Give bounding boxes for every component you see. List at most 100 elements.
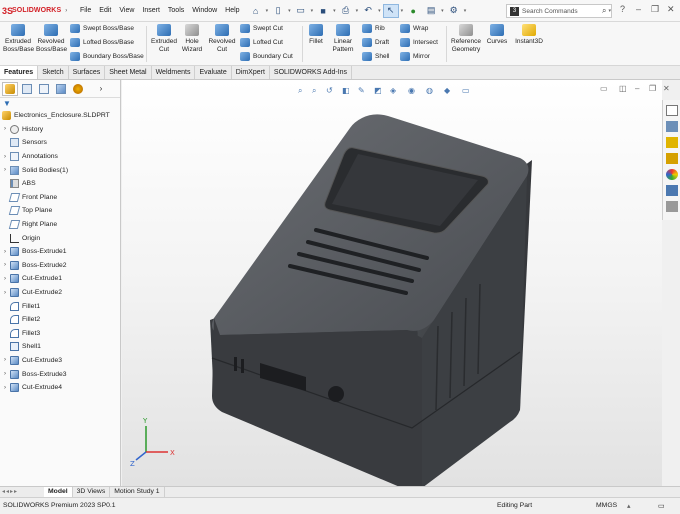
hole-wizard-button[interactable]: Hole Wizard: [179, 24, 205, 53]
file-properties-icon[interactable]: ▤: [423, 4, 439, 18]
custom-properties-icon[interactable]: [665, 185, 678, 196]
print-icon[interactable]: ⎙: [338, 4, 354, 18]
search-commands[interactable]: 3 Search Commands ⌕ ▾: [506, 4, 612, 18]
feature-manager-tab-icon[interactable]: [2, 81, 18, 96]
expand-arrow-icon[interactable]: ›: [0, 249, 10, 255]
search-icon[interactable]: ⌕: [602, 6, 606, 16]
tree-item[interactable]: Shell1: [0, 340, 120, 354]
tree-item[interactable]: Fillet3: [0, 327, 120, 341]
display-manager-tab-icon[interactable]: [70, 82, 86, 96]
expand-arrow-icon[interactable]: ›: [0, 262, 10, 268]
revolved-boss-button[interactable]: Revolved Boss/Base: [36, 24, 67, 53]
tree-item[interactable]: › Cut-Extrude4: [0, 381, 120, 395]
status-settings-icon[interactable]: ▭: [658, 502, 664, 510]
tree-item[interactable]: › Boss-Extrude1: [0, 245, 120, 259]
file-explorer-icon[interactable]: [665, 153, 678, 164]
lofted-boss-button[interactable]: Lofted Boss/Base: [70, 38, 134, 47]
extruded-cut-button[interactable]: Extruded Cut: [149, 24, 179, 53]
tree-item[interactable]: Right Plane: [0, 218, 120, 232]
home-dropdown[interactable]: ▾: [266, 8, 269, 14]
zoom-to-fit-icon[interactable]: ⌕: [298, 86, 302, 95]
select-pointer-icon[interactable]: ↖: [382, 3, 399, 18]
tree-item[interactable]: Fillet1: [0, 299, 120, 313]
tree-item[interactable]: › Cut-Extrude1: [0, 272, 120, 286]
tree-item[interactable]: › Annotations: [0, 150, 120, 164]
extruded-boss-button[interactable]: Extruded Boss/Base: [3, 24, 34, 53]
hide-show-items-icon[interactable]: ◉: [408, 86, 415, 95]
design-library-icon[interactable]: [665, 137, 678, 148]
help-icon[interactable]: ?: [620, 4, 625, 14]
tab-sheet-metal[interactable]: Sheet Metal: [105, 66, 152, 79]
tab-surfaces[interactable]: Surfaces: [69, 66, 106, 79]
menu-file[interactable]: File: [76, 0, 95, 22]
expand-arrow-icon[interactable]: ›: [0, 371, 10, 377]
view-settings-icon[interactable]: ▭: [462, 86, 470, 95]
expand-arrow-icon[interactable]: ›: [0, 385, 10, 391]
tab-navigation-arrows[interactable]: ◂◂▸▸: [0, 487, 44, 497]
expand-arrow-icon[interactable]: ›: [0, 126, 10, 132]
save-dropdown[interactable]: ▾: [333, 8, 336, 14]
reference-geometry-button[interactable]: Reference Geometry: [449, 24, 483, 53]
intersect-button[interactable]: Intersect: [400, 38, 438, 47]
rib-button[interactable]: Rib: [362, 24, 385, 33]
swept-boss-button[interactable]: Swept Boss/Base: [70, 24, 134, 33]
view-orientation-icon[interactable]: ◩: [374, 86, 382, 95]
dimxpert-tab-icon[interactable]: [53, 82, 69, 96]
tree-item[interactable]: › Cut-Extrude2: [0, 286, 120, 300]
search-dropdown[interactable]: ▾: [608, 8, 611, 14]
boundary-boss-button[interactable]: Boundary Boss/Base: [70, 52, 144, 61]
tree-item[interactable]: › Cut-Extrude3: [0, 354, 120, 368]
enclosure-model[interactable]: [210, 114, 532, 486]
close-doc-icon[interactable]: ✕: [663, 84, 670, 93]
dynamic-annotation-icon[interactable]: ✎: [358, 86, 365, 95]
tab-weldments[interactable]: Weldments: [152, 66, 196, 79]
menu-edit[interactable]: Edit: [95, 0, 115, 22]
open-folder-icon[interactable]: ▭: [293, 4, 309, 18]
shell-button[interactable]: Shell: [362, 52, 389, 61]
draft-button[interactable]: Draft: [362, 38, 389, 47]
tree-item[interactable]: › Solid Bodies(1): [0, 163, 120, 177]
tree-item[interactable]: Front Plane: [0, 191, 120, 205]
mirror-button[interactable]: Mirror: [400, 52, 430, 61]
search-input[interactable]: Search Commands: [522, 8, 602, 15]
tab-add-ins[interactable]: SOLIDWORKS Add-Ins: [270, 66, 353, 79]
graphics-area[interactable]: ▭ ◫ – ❐ ✕ ⌕ ⌕ ↺ ◧ ✎ ◩ ◈ ◉ ◍ ◆ ▭ X Y Z: [122, 80, 670, 486]
expand-arrow-icon[interactable]: ›: [0, 290, 10, 296]
tab-model[interactable]: Model: [44, 487, 73, 497]
open-dropdown[interactable]: ▾: [311, 8, 314, 14]
options-gear-icon[interactable]: ⚙: [446, 4, 462, 18]
filter-icon[interactable]: ▼: [0, 98, 120, 109]
tree-item[interactable]: › Boss-Extrude2: [0, 259, 120, 273]
chevron-right-icon[interactable]: ›: [93, 82, 109, 96]
wrap-button[interactable]: Wrap: [400, 24, 428, 33]
tree-item[interactable]: Sensors: [0, 136, 120, 150]
display-style-icon[interactable]: ◈: [390, 86, 397, 95]
options-dropdown[interactable]: ▾: [464, 8, 467, 14]
expand-arrow-icon[interactable]: ›: [0, 276, 10, 282]
property-manager-tab-icon[interactable]: [19, 82, 35, 96]
undo-dropdown[interactable]: ▾: [378, 8, 381, 14]
tree-item[interactable]: › Boss-Extrude3: [0, 367, 120, 381]
menu-tools[interactable]: Tools: [164, 0, 188, 22]
print-dropdown[interactable]: ▾: [356, 8, 359, 14]
fillet-button[interactable]: Fillet: [305, 24, 327, 46]
zoom-area-icon[interactable]: ⌕: [312, 86, 316, 95]
tab-3d-views[interactable]: 3D Views: [73, 487, 111, 497]
section-view-icon[interactable]: ◧: [342, 86, 350, 95]
expand-arrow-icon[interactable]: ›: [0, 357, 10, 363]
properties-dropdown[interactable]: ▾: [441, 8, 444, 14]
linear-pattern-button[interactable]: Linear Pattern: [330, 24, 356, 53]
tab-sketch[interactable]: Sketch: [38, 66, 69, 79]
curves-button[interactable]: Curves: [485, 24, 509, 46]
restore-icon[interactable]: ❐: [651, 4, 659, 15]
boundary-cut-button[interactable]: Boundary Cut: [240, 52, 293, 61]
tree-item[interactable]: › History: [0, 123, 120, 137]
undo-icon[interactable]: ↶: [360, 4, 376, 18]
tab-features[interactable]: Features: [0, 66, 39, 79]
save-icon[interactable]: ■: [315, 4, 331, 18]
tab-motion-study[interactable]: Motion Study 1: [110, 487, 165, 497]
new-document-icon[interactable]: ▯: [270, 4, 286, 18]
minimize-icon[interactable]: –: [636, 4, 641, 14]
lofted-cut-button[interactable]: Lofted Cut: [240, 38, 283, 47]
swept-cut-button[interactable]: Swept Cut: [240, 24, 283, 33]
